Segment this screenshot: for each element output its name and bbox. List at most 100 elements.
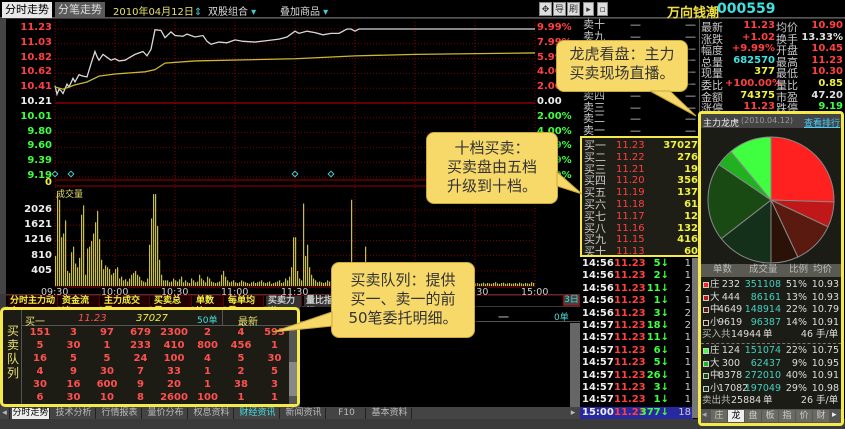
bottom-tab[interactable]: 量价分布: [144, 408, 188, 419]
indicator-tab[interactable]: 买卖总量: [152, 296, 192, 317]
tick-row[interactable]: 14:57 11.23 18↓ 2: [580, 320, 693, 332]
tick-row[interactable]: 14:57 11.23 3↓ 1: [580, 382, 693, 394]
tick-row[interactable]: 15:00 11.23 377↓ 18: [580, 406, 693, 420]
queue-cell: 10: [100, 392, 114, 403]
volume-bar: [159, 259, 161, 286]
tick-volume: 1↓: [653, 295, 669, 307]
dragon-row-volume: 351108: [744, 279, 781, 290]
scroll-left-icon[interactable]: ◂: [0, 408, 10, 419]
price-axis-label: 9.39: [27, 155, 52, 167]
volume-bar: [525, 283, 527, 286]
dragon-tab[interactable]: 盘: [745, 410, 761, 422]
event-marker-icon: [67, 170, 75, 178]
scroll-right-icon[interactable]: ▸: [832, 410, 837, 420]
dragon-tab[interactable]: 价: [796, 410, 812, 422]
tick-row[interactable]: 14:56 11.23 2↓ 1: [580, 270, 693, 282]
buy-level-volume: 19: [684, 163, 698, 175]
dragon-total-label: 买入共: [702, 329, 731, 340]
tick-time: 15:00: [582, 406, 614, 418]
tick-row[interactable]: 14:56 11.23 11↓ 2: [580, 283, 693, 295]
tick-row[interactable]: 14:57 11.23 1↓ 1: [580, 394, 693, 406]
bottom-tab[interactable]: 权息资料: [190, 408, 234, 419]
queue-latest: 最新: [238, 317, 258, 328]
queue-cell: 9: [70, 366, 77, 377]
bottom-tab[interactable]: 新闻资讯: [282, 408, 326, 419]
dragon-row-avg: 10.93: [811, 279, 839, 290]
tick-price: 11.23: [614, 382, 646, 393]
bottom-tab[interactable]: 财经资讯: [236, 408, 280, 419]
play-icon[interactable]: ▸: [583, 2, 594, 16]
volume-bar: [151, 218, 153, 286]
tick-row[interactable]: 14:57 11.23 6↓ 1: [580, 345, 693, 357]
dragon-row-pct: 22%: [785, 304, 807, 315]
volume-axis-label: 2026: [24, 204, 52, 216]
buy-level-volume: 61: [684, 199, 698, 210]
queue-cell: 1: [204, 379, 211, 390]
dragon-tab[interactable]: 龙: [728, 410, 744, 422]
tick-row[interactable]: 14:57 11.23 11↓ 1: [580, 332, 693, 344]
stat-value: 10.30: [811, 66, 843, 78]
queue-cell: 4: [36, 366, 44, 377]
volume-bar: [477, 283, 479, 286]
tick-price: 11.23: [614, 320, 646, 331]
volume-bar: [219, 281, 221, 286]
volume-bar: [323, 283, 325, 286]
tick-row[interactable]: 14:57 11.23 26↓ 1: [580, 370, 693, 382]
tick-volume: 3↓: [653, 307, 669, 319]
dragon-tab[interactable]: 板: [762, 410, 778, 422]
bottom-tab[interactable]: 技术分析: [52, 408, 96, 419]
volume-axis-label: 405: [31, 264, 52, 276]
tick-volume: 377↓: [639, 406, 669, 418]
dragon-row-volume: 151074: [744, 345, 781, 356]
indicator-tab[interactable]: 分时主力动向: [8, 296, 58, 317]
tick-row[interactable]: 14:57 11.23 5↓ 1: [580, 357, 693, 369]
dragon-row-avg: 10.98: [811, 382, 839, 394]
tick-volume: 5↓: [653, 258, 669, 269]
tick-time: 14:56: [582, 258, 614, 269]
stat-value: 74375: [740, 89, 775, 101]
indicator-tab[interactable]: 资金流速: [60, 296, 100, 317]
indicator-tab[interactable]: 买卖力道: [266, 296, 302, 317]
price-axis-label: 10.21: [20, 96, 52, 107]
bottom-tab[interactable]: 分时走势: [12, 408, 50, 419]
queue-cell: 233: [130, 340, 151, 351]
dragon-row-avg: 10.95: [811, 357, 839, 369]
queue-cell: 16: [66, 379, 81, 390]
volume-bar: [139, 276, 141, 286]
volume-bar: [107, 267, 109, 286]
volume-bar: [269, 281, 271, 286]
indicator-tab[interactable]: 每单均量: [226, 296, 264, 317]
dragon-tab[interactable]: 庄: [711, 410, 727, 422]
scroll-right-icon[interactable]: ▸: [568, 408, 578, 419]
tick-row[interactable]: 14:56 11.23 5↓ 1: [580, 258, 693, 270]
bottom-tab[interactable]: F10: [328, 408, 366, 419]
tick-price: 11.23: [614, 295, 646, 307]
bottom-tab[interactable]: 行情报表: [98, 408, 142, 419]
volume-bar: [141, 280, 143, 286]
indicator-tab[interactable]: 单数比: [194, 296, 224, 317]
queue-cell: 2: [204, 327, 211, 338]
queue-cell: 30: [66, 392, 81, 403]
volume-bar: [179, 279, 181, 286]
scroll-left-icon[interactable]: ◂: [702, 410, 707, 420]
queue-cell: 151: [29, 327, 51, 338]
bottom-tab[interactable]: 基本资料: [368, 408, 412, 419]
queue-cell: 3: [271, 379, 278, 390]
tick-count: 1: [684, 357, 691, 369]
volume-bar: [217, 282, 219, 286]
dragon-tab[interactable]: 财: [813, 410, 829, 422]
volume-bar: [207, 276, 209, 286]
volume-bar: [507, 283, 509, 286]
volume-bar: [501, 283, 503, 286]
three-day-button[interactable]: 3日: [563, 295, 580, 306]
tick-row[interactable]: 14:56 11.23 3↓ 2: [580, 308, 693, 320]
dragon-tab[interactable]: 指: [779, 410, 795, 422]
legend-swatch-icon: [703, 294, 709, 301]
percent-axis-label: 2.00%: [537, 110, 572, 122]
queue-sell-scrollbar[interactable]: [570, 323, 580, 407]
tick-time: 14:57: [582, 382, 614, 393]
panel-icon[interactable]: ▫: [597, 2, 608, 16]
tick-row[interactable]: 14:56 11.23 1↓ 1: [580, 295, 693, 307]
indicator-tab[interactable]: 主力成交量: [102, 296, 150, 317]
buy-level-label: 买二: [584, 150, 606, 164]
